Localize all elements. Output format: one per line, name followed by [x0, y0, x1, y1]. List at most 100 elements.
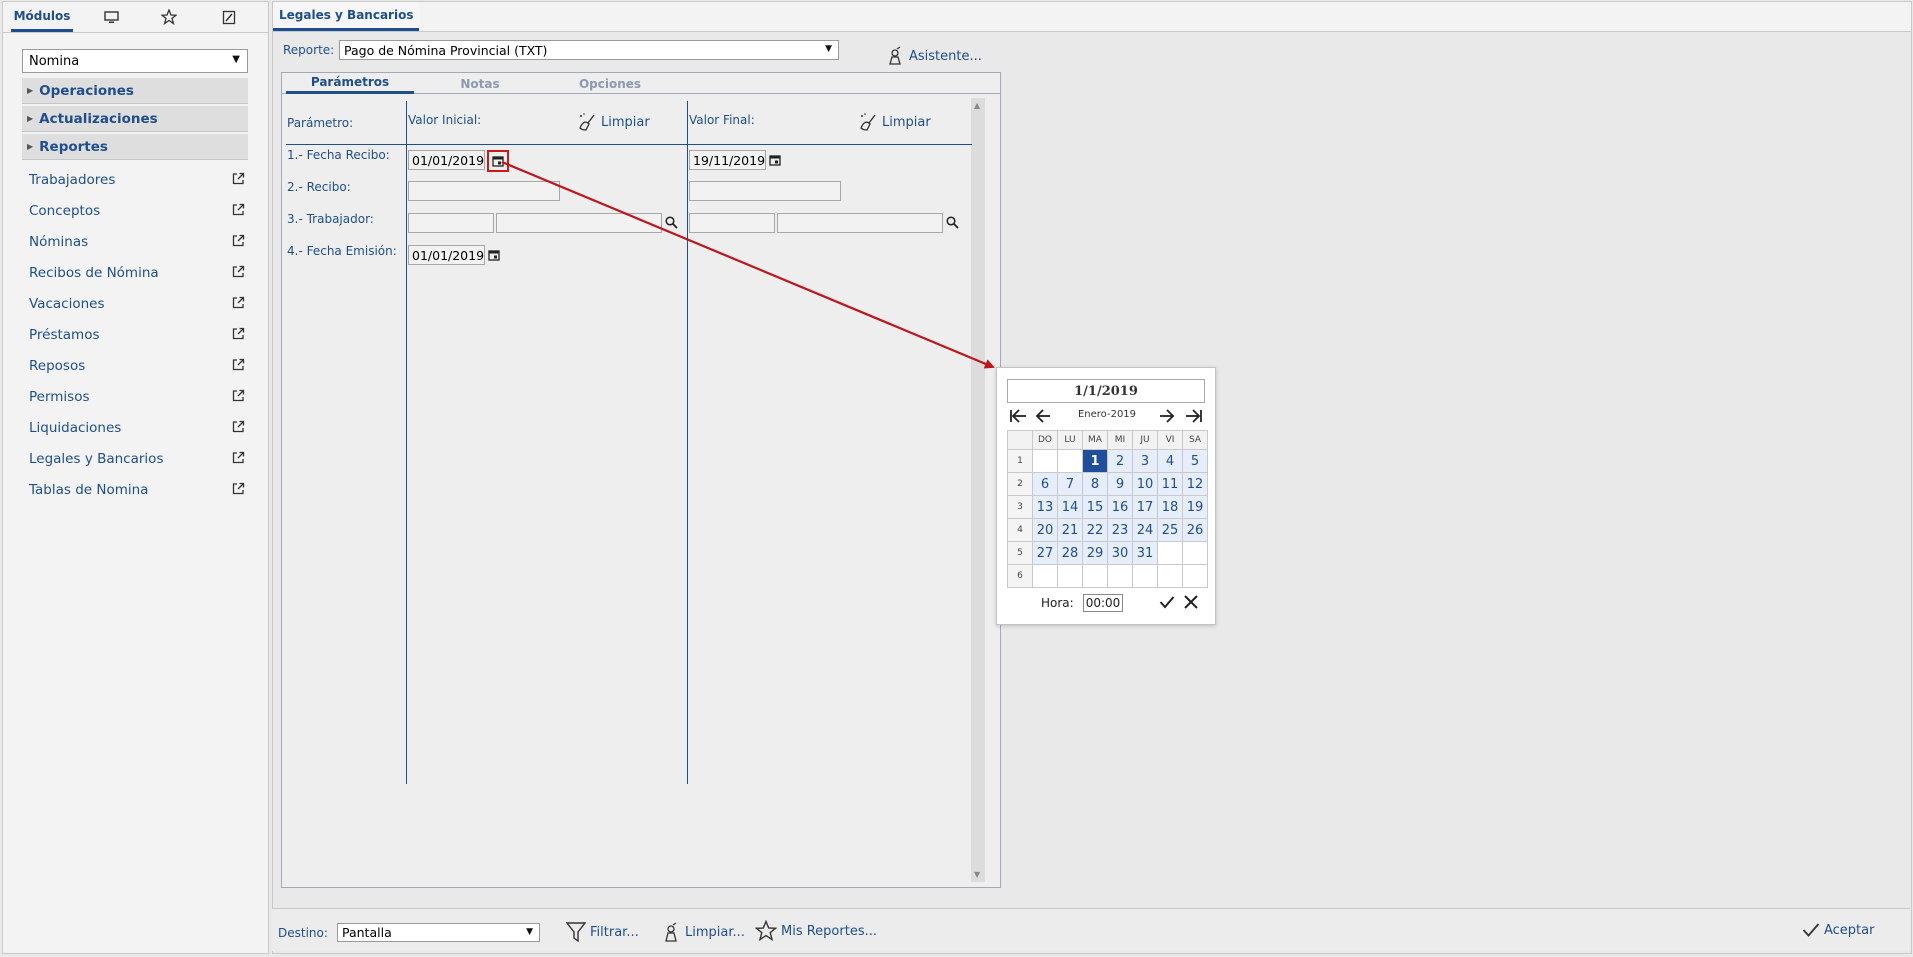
calendar-day[interactable]: 25: [1157, 518, 1183, 542]
scroll-up-icon[interactable]: ▲: [974, 101, 980, 110]
sidebar-item-trabajadores[interactable]: Trabajadores: [29, 169, 245, 191]
calendar-day[interactable]: 20: [1032, 518, 1058, 542]
sidebar-item-reposos[interactable]: Reposos: [29, 355, 245, 377]
clear-all-button[interactable]: Limpiar...: [661, 921, 745, 943]
calendar-day[interactable]: 30: [1107, 541, 1133, 565]
recibo-initial-input[interactable]: [408, 181, 560, 201]
accept-button[interactable]: Aceptar: [1802, 922, 1874, 938]
calendar-day[interactable]: 9: [1107, 472, 1133, 496]
calendar-day[interactable]: 3: [1132, 449, 1158, 473]
external-link-icon[interactable]: [232, 172, 245, 185]
calendar-next-month-button[interactable]: [1159, 408, 1175, 424]
tab-notes[interactable]: [215, 2, 243, 32]
tab-favorites[interactable]: [155, 2, 183, 32]
calendar-day[interactable]: 28: [1057, 541, 1083, 565]
trabajador-initial-code-input[interactable]: [408, 213, 494, 233]
sidebar-item-prestamos[interactable]: Préstamos: [29, 324, 245, 346]
external-link-icon[interactable]: [232, 327, 245, 340]
external-link-icon[interactable]: [232, 265, 245, 278]
calendar-week-number: 6: [1007, 564, 1033, 588]
calendar-day[interactable]: 22: [1082, 518, 1108, 542]
sidebar-item-conceptos[interactable]: Conceptos: [29, 200, 245, 222]
calendar-day[interactable]: 2: [1107, 449, 1133, 473]
clear-initial-button[interactable]: Limpiar: [577, 112, 650, 132]
calendar-day[interactable]: 13: [1032, 495, 1058, 519]
fecha-emision-calendar-button[interactable]: [488, 249, 500, 261]
my-reports-button[interactable]: Mis Reportes...: [755, 920, 877, 942]
report-select[interactable]: Pago de Nómina Provincial (TXT) ▼: [339, 40, 839, 60]
calendar-day[interactable]: 7: [1057, 472, 1083, 496]
sidebar-item-liquidaciones[interactable]: Liquidaciones: [29, 417, 245, 439]
external-link-icon[interactable]: [232, 451, 245, 464]
tab-notas[interactable]: Notas: [416, 73, 544, 94]
fecha-recibo-initial-input[interactable]: 01/01/2019: [408, 150, 485, 170]
tab-parametros[interactable]: Parámetros: [286, 73, 414, 94]
calendar-day[interactable]: 29: [1082, 541, 1108, 565]
calendar-day[interactable]: 11: [1157, 472, 1183, 496]
external-link-icon[interactable]: [232, 203, 245, 216]
fecha-recibo-final-calendar-button[interactable]: [769, 154, 781, 166]
group-operaciones[interactable]: ▶ Operaciones: [22, 78, 248, 104]
calendar-day[interactable]: 1: [1082, 449, 1108, 473]
external-link-icon[interactable]: [232, 358, 245, 371]
tab-opciones[interactable]: Opciones: [546, 73, 674, 94]
module-select[interactable]: Nomina ▼: [22, 49, 248, 73]
sidebar-item-recibos-de-nomina[interactable]: Recibos de Nómina: [29, 262, 245, 284]
external-link-icon[interactable]: [232, 482, 245, 495]
calendar-first-month-button[interactable]: [1009, 408, 1027, 424]
clear-final-button[interactable]: Limpiar: [858, 112, 931, 132]
sidebar-item-permisos[interactable]: Permisos: [29, 386, 245, 408]
sidebar-item-legales-y-bancarios[interactable]: Legales y Bancarios: [29, 448, 245, 470]
sidebar-item-nominas[interactable]: Nóminas: [29, 231, 245, 253]
external-link-icon[interactable]: [232, 420, 245, 433]
calendar-day[interactable]: 21: [1057, 518, 1083, 542]
calendar-day[interactable]: 24: [1132, 518, 1158, 542]
calendar-day[interactable]: 16: [1107, 495, 1133, 519]
trabajador-initial-search-button[interactable]: [665, 216, 678, 229]
fecha-recibo-final-input[interactable]: 19/11/2019: [689, 150, 766, 170]
sidebar-item-tablas-de-nomina[interactable]: Tablas de Nomina: [29, 479, 245, 501]
trabajador-final-code-input[interactable]: [689, 213, 775, 233]
calendar-day[interactable]: 26: [1182, 518, 1208, 542]
external-link-icon[interactable]: [232, 296, 245, 309]
trabajador-final-name-input[interactable]: [777, 213, 943, 233]
fecha-emision-initial-input[interactable]: 01/01/2019: [408, 245, 485, 265]
tab-legales-bancarios[interactable]: Legales y Bancarios: [273, 2, 420, 31]
calendar-day[interactable]: 6: [1032, 472, 1058, 496]
recibo-final-input[interactable]: [689, 181, 841, 201]
calendar-day[interactable]: 5: [1182, 449, 1208, 473]
calendar-day[interactable]: 31: [1132, 541, 1158, 565]
calendar-prev-month-button[interactable]: [1035, 408, 1051, 424]
calendar-day[interactable]: 15: [1082, 495, 1108, 519]
calendar-day[interactable]: 19: [1182, 495, 1208, 519]
param-label-trabajador: 3.- Trabajador:: [287, 212, 374, 226]
tab-desktop[interactable]: [97, 2, 125, 32]
calendar-day[interactable]: 14: [1057, 495, 1083, 519]
calendar-day[interactable]: 12: [1182, 472, 1208, 496]
scroll-down-icon[interactable]: ▼: [974, 870, 980, 879]
wizard-button[interactable]: Asistente...: [885, 46, 982, 66]
group-actualizaciones[interactable]: ▶ Actualizaciones: [22, 106, 248, 132]
calendar-day[interactable]: 18: [1157, 495, 1183, 519]
calendar-day[interactable]: 4: [1157, 449, 1183, 473]
calendar-close-button[interactable]: [1183, 594, 1199, 610]
calendar-last-month-button[interactable]: [1185, 408, 1203, 424]
panel-scrollbar[interactable]: ▲ ▼: [971, 98, 985, 882]
trabajador-final-search-button[interactable]: [946, 216, 959, 229]
external-link-icon[interactable]: [232, 234, 245, 247]
calendar-day[interactable]: 23: [1107, 518, 1133, 542]
sidebar-item-vacaciones[interactable]: Vacaciones: [29, 293, 245, 315]
calendar-confirm-button[interactable]: [1159, 595, 1175, 609]
group-reportes[interactable]: ▶ Reportes: [22, 134, 248, 160]
calendar-day[interactable]: 10: [1132, 472, 1158, 496]
calendar-day[interactable]: 8: [1082, 472, 1108, 496]
tab-modules[interactable]: Módulos: [11, 2, 73, 32]
external-link-icon[interactable]: [232, 389, 245, 402]
trabajador-initial-name-input[interactable]: [496, 213, 662, 233]
calendar-day[interactable]: 17: [1132, 495, 1158, 519]
destino-select[interactable]: Pantalla ▼: [337, 923, 540, 942]
calendar-day[interactable]: 27: [1032, 541, 1058, 565]
fecha-recibo-initial-calendar-button[interactable]: [487, 150, 509, 172]
calendar-hora-input[interactable]: 00:00: [1083, 594, 1123, 612]
filter-button[interactable]: Filtrar...: [566, 921, 639, 943]
